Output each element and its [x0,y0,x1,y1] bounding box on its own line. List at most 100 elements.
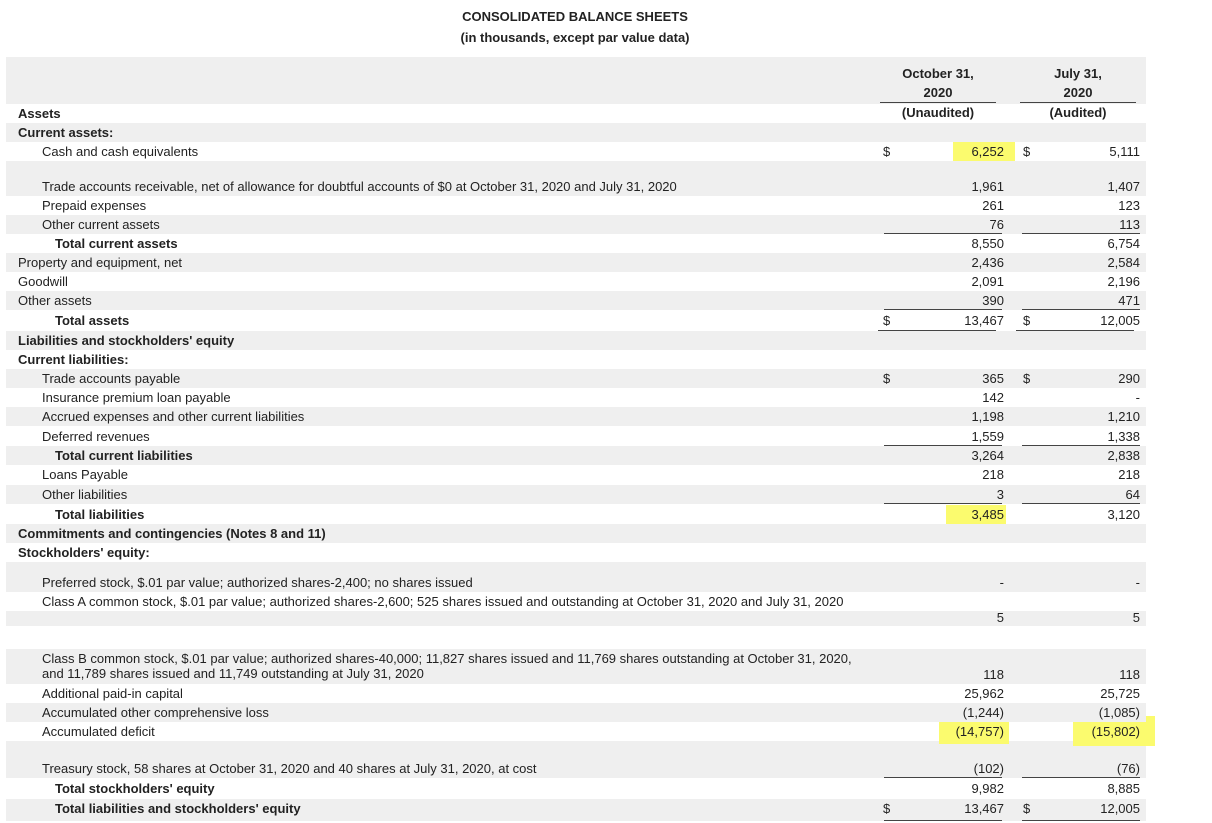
value-jul-2020: 290 [1118,371,1140,386]
table-row: Total liabilities 3,485 3,120 [6,505,1146,524]
table-row: Total liabilities and stockholders' equi… [6,799,1146,821]
table-row: Other assets 390 471 [6,291,1146,310]
value-jul-2020: 218 [1118,467,1140,482]
row-label: Goodwill [18,274,68,289]
value-oct-2020: 5 [996,610,1004,625]
table-row: Prepaid expenses 261 123 [6,196,1146,215]
row-label: Class B common stock, $.01 par value; au… [42,651,852,681]
value-jul-2020: (1,085) [1098,705,1140,720]
table-row: Total current liabilities 3,264 2,838 [6,446,1146,465]
shade-band [6,562,1146,573]
value-jul-2020: (76) [1116,761,1140,776]
table-row: Total current assets 8,550 6,754 [6,234,1146,253]
row-label: Accrued expenses and other current liabi… [42,409,305,424]
row-label: Other liabilities [42,487,128,502]
subtotal-rule [884,503,1002,504]
value-oct-2020: (1,244) [962,705,1004,720]
row-label: Total liabilities and stockholders' equi… [55,801,301,816]
value-oct-2020: 13,467 [964,313,1004,328]
table-row: Goodwill 2,091 2,196 [6,272,1146,291]
value-oct-2020: 218 [982,467,1004,482]
row-label: Loans Payable [42,467,129,482]
table-row: Accumulated other comprehensive loss (1,2… [6,703,1146,722]
value-oct-2020: - [999,575,1004,590]
row-label: Total current assets [55,236,178,251]
row-label: Stockholders' equity: [18,545,150,560]
value-oct-2020: 118 [983,667,1004,682]
row-label: Accumulated other comprehensive loss [42,705,269,720]
value-jul-2020: 6,754 [1107,236,1140,251]
row-label: Deferred revenues [42,429,150,444]
table-row: Liabilities and stockholders' equity [6,331,1146,350]
value-oct-2020: 9,982 [971,781,1004,796]
statement-subtitle: (in thousands, except par value data) [460,30,690,45]
subtotal-rule [1022,777,1140,778]
value-jul-2020: 1,338 [1107,429,1140,444]
value-jul-2020: 12,005 [1100,801,1140,816]
column-header-line: 2020 [1020,83,1136,103]
row-label: Current liabilities: [18,352,129,367]
value-oct-2020: 1,559 [971,429,1004,444]
table-row: Treasury stock, 58 shares at October 31,… [6,759,1146,778]
value-oct-2020: 390 [982,293,1004,308]
value-jul-2020: 12,005 [1100,313,1140,328]
value-jul-2020: 123 [1118,198,1140,213]
shade-band [6,161,1146,177]
table-row: Current assets: [6,123,1146,142]
value-jul-2020: 1,407 [1107,179,1140,194]
value-jul-2020: 118 [1119,667,1140,682]
row-label: Other current assets [42,217,160,232]
table-row: Cash and cash equivalents $ $6,252 5,111 [6,142,1146,161]
value-oct-2020: 3,264 [971,448,1004,463]
subtotal-rule [884,820,1002,821]
table-row: Class B common stock, $.01 par value; au… [6,649,1146,684]
row-label: Assets [18,106,61,121]
row-label: Total current liabilities [55,448,193,463]
row-label: Total assets [55,313,130,328]
value-oct-2020: 13,467 [964,801,1004,816]
subtotal-rule [1022,820,1140,821]
row-label: Property and equipment, net [18,255,183,270]
value-jul-2020: 8,885 [1107,781,1140,796]
value-jul-2020: - [1135,390,1140,405]
row-label: Preferred stock, $.01 par value; authori… [42,575,473,590]
value-jul-2020: 2,196 [1107,274,1140,289]
value-oct-2020: 142 [982,390,1004,405]
row-label: Trade accounts payable [42,371,181,386]
value-jul-2020: 5,111 [1109,144,1140,159]
table-row: Preferred stock, $.01 par value; authori… [6,573,1146,592]
table-row: Trade accounts receivable, net of allowa… [6,177,1146,196]
table-row: Trade accounts payable $ $365 290 [6,369,1146,388]
row-label: Accumulated deficit [42,724,155,739]
row-label: Liabilities and stockholders' equity [18,333,235,348]
value-oct-2020: 1,198 [971,409,1004,424]
row-label: Commitments and contingencies (Notes 8 a… [18,526,326,541]
subtotal-rule [884,777,1002,778]
column-header-line: 2020 [880,83,996,103]
row-label: Insurance premium loan payable [42,390,231,405]
table-row: Additional paid-in capital 25,962 25,725 [6,684,1146,703]
row-label: Total stockholders' equity [55,781,215,796]
table-row: Current liabilities: [6,350,1146,369]
row-label: Class A common stock, $.01 par value; au… [42,594,844,609]
table-row: Loans Payable 218 218 [6,465,1146,484]
table-row: Assets [6,104,1146,123]
subtotal-rule [1022,503,1140,504]
value-oct-2020: 261 [982,198,1004,213]
column-header-line: October 31, [902,66,974,81]
value-jul-2020: 113 [1119,217,1140,232]
value-oct-2020: (14,757) [955,724,1004,739]
column-header-line: July 31, [1054,66,1102,81]
row-label: Cash and cash equivalents [42,144,199,159]
value-oct-2020: 3,485 [971,507,1004,522]
row-label: Prepaid expenses [42,198,147,213]
statement-title: CONSOLIDATED BALANCE SHEETS [462,9,688,24]
value-oct-2020: 8,550 [971,236,1004,251]
table-row: Insurance premium loan payable 142 - [6,388,1146,407]
value-jul-2020: 3,120 [1107,507,1140,522]
table-row: Other liabilities 3 64 [6,485,1146,504]
row-label: Total liabilities [55,507,145,522]
value-oct-2020: 2,436 [971,255,1004,270]
row-label: Current assets: [18,125,114,140]
value-jul-2020: 64 [1125,487,1140,502]
